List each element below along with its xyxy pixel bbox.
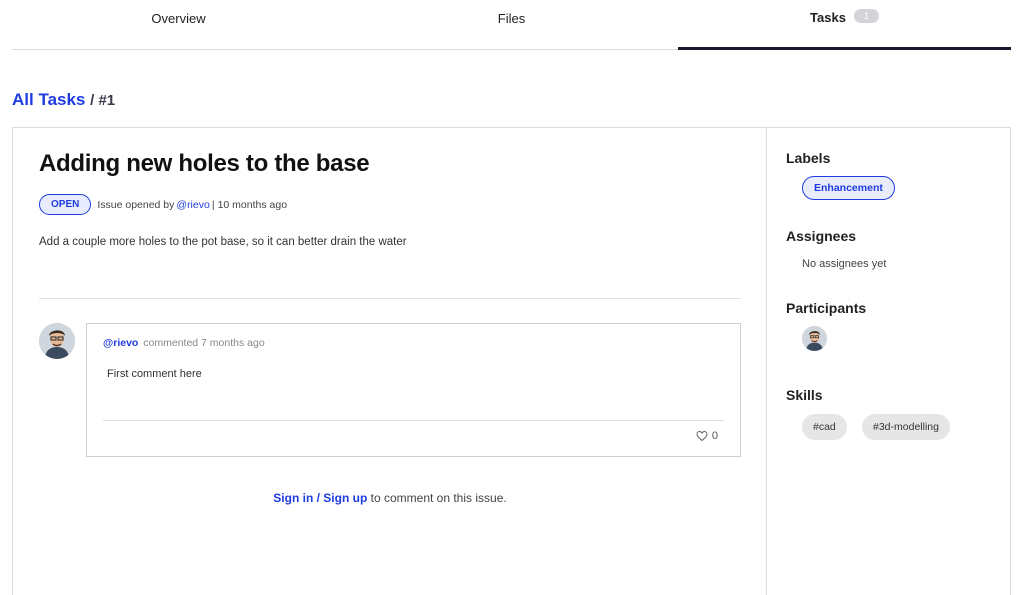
signin-text: to comment on this issue.	[370, 491, 507, 505]
skill-tag-cad[interactable]: #cad	[802, 414, 847, 440]
breadcrumb-current: / #1	[90, 92, 116, 109]
tab-tasks-label: Tasks	[810, 10, 846, 25]
like-count: 0	[711, 430, 718, 442]
tab-tasks-count-badge: 1	[853, 8, 879, 23]
participants-heading: Participants	[786, 300, 867, 316]
participant-avatar[interactable]	[802, 326, 827, 351]
comment-body: First comment here	[107, 368, 202, 380]
issue-panel: Adding new holes to the base OPEN Issue …	[12, 127, 1011, 595]
issue-description: Add a couple more holes to the pot base,…	[39, 236, 407, 248]
meta-separator: |	[211, 198, 215, 211]
comment-divider	[103, 420, 724, 421]
skill-tag-3d-modelling[interactable]: #3d-modelling	[862, 414, 950, 440]
comment-card: @rievo commented 7 months ago First comm…	[86, 323, 741, 457]
assignees-heading: Assignees	[786, 228, 857, 244]
comment-header: @rievo commented 7 months ago	[103, 337, 265, 349]
user-avatar-icon	[39, 323, 75, 359]
labels-heading: Labels	[786, 150, 831, 166]
tab-overview[interactable]: Overview	[12, 0, 345, 49]
signin-prompt: Sign in / Sign up to comment on this iss…	[13, 491, 767, 505]
skills-heading: Skills	[786, 387, 823, 403]
issue-main: Adding new holes to the base OPEN Issue …	[13, 128, 767, 595]
like-button[interactable]: 0	[696, 430, 718, 442]
issue-sidebar: Labels Enhancement Assignees No assignee…	[767, 128, 1011, 595]
issue-title: Adding new holes to the base	[39, 150, 370, 177]
user-avatar-icon	[802, 326, 827, 351]
assignees-empty-text: No assignees yet	[802, 258, 887, 270]
issue-meta: OPEN Issue opened by @rievo | 10 months …	[39, 194, 287, 215]
issue-opened-text: Issue opened by	[97, 198, 175, 211]
all-tasks-link[interactable]: All Tasks	[12, 90, 85, 109]
signin-link[interactable]: Sign in / Sign up	[273, 491, 367, 505]
status-badge: OPEN	[39, 194, 92, 215]
comment-author-link[interactable]: @rievo	[103, 337, 138, 349]
tab-files[interactable]: Files	[345, 0, 678, 49]
breadcrumb: All Tasks / #1	[12, 90, 115, 110]
issue-author-link[interactable]: @rievo	[176, 199, 209, 211]
tab-tasks[interactable]: Tasks 1	[678, 0, 1011, 50]
commenter-avatar[interactable]	[39, 323, 75, 359]
divider	[39, 298, 741, 299]
tab-bar: Overview Files Tasks 1	[12, 0, 1011, 50]
label-enhancement[interactable]: Enhancement	[802, 176, 895, 200]
tab-overview-label: Overview	[151, 11, 206, 26]
comment-action: commented 7 months ago	[143, 337, 265, 349]
tab-files-label: Files	[497, 11, 526, 26]
heart-icon	[696, 430, 708, 442]
issue-time: 10 months ago	[217, 198, 288, 211]
